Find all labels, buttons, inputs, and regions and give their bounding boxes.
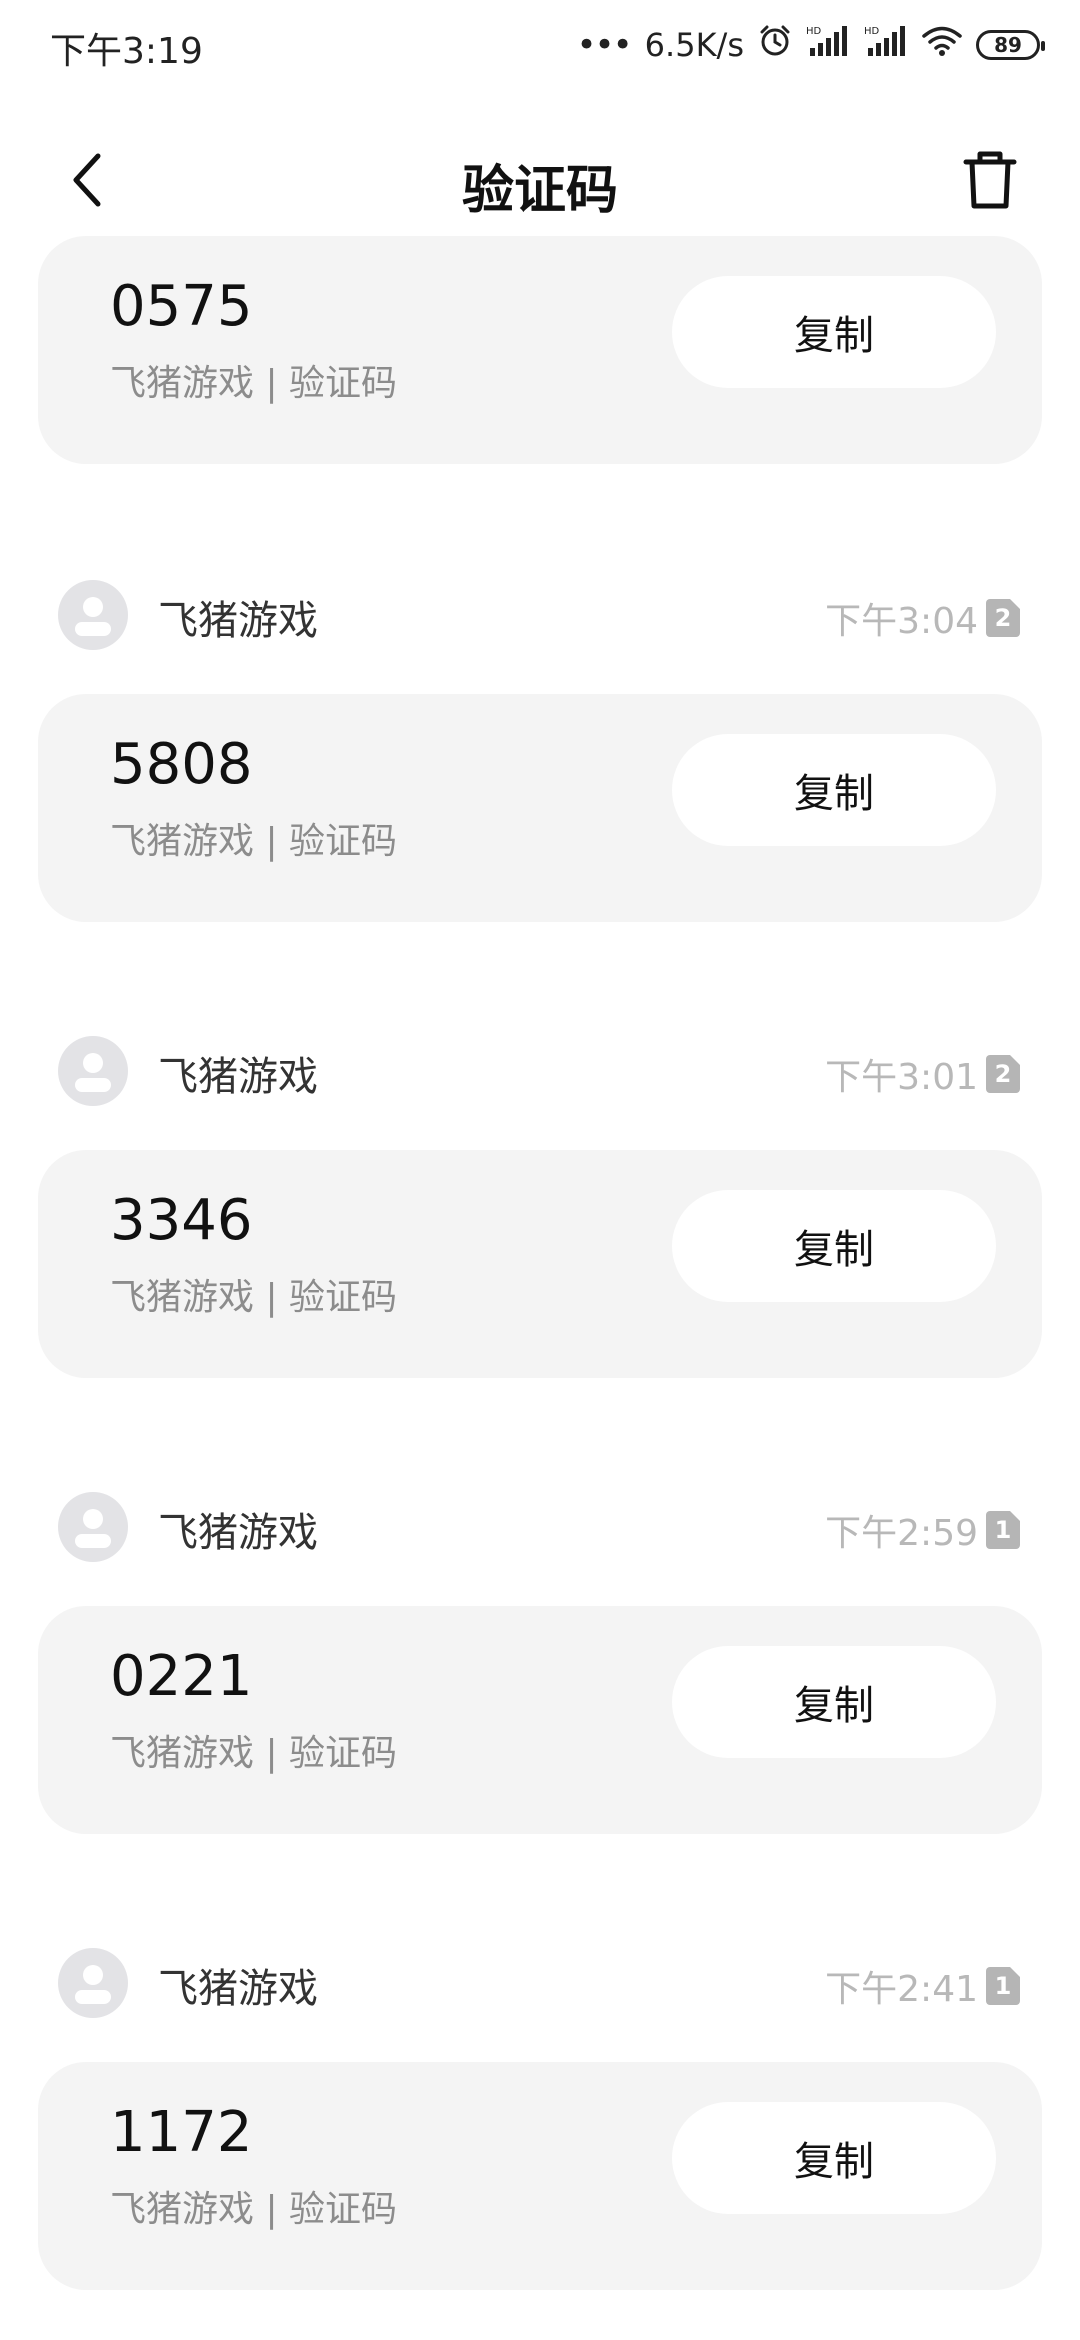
sender-name: 飞猪游戏 — [158, 1054, 318, 1100]
time-text: 下午3:01 — [825, 1057, 978, 1098]
verification-code: 0221 — [110, 1644, 253, 1709]
copy-button[interactable]: 复制 — [672, 1190, 996, 1302]
copy-button[interactable]: 复制 — [672, 1646, 996, 1758]
message-header: 飞猪游戏 下午3:01 2 — [0, 1036, 1080, 1126]
sim-card-icon: 1 — [986, 1511, 1020, 1549]
status-icons: ••• 6.5K/s HD HD 89 — [576, 20, 1045, 70]
page-title: 验证码 — [461, 161, 618, 221]
svg-text:HD: HD — [806, 26, 822, 37]
more-dots-icon: ••• — [576, 25, 633, 65]
top-app-bar: 验证码 — [0, 120, 1080, 240]
avatar — [58, 580, 128, 650]
message-header: 飞猪游戏 下午2:59 1 — [0, 1492, 1080, 1582]
signal-icon: HD — [806, 24, 850, 66]
time-text: 下午3:04 — [825, 601, 978, 642]
avatar — [58, 1948, 128, 2018]
sim-card-icon: 1 — [986, 1967, 1020, 2005]
code-source: 飞猪游戏 | 验证码 — [110, 363, 398, 404]
time-text: 下午2:41 — [825, 1969, 978, 2010]
status-bar: 下午3:19 ••• 6.5K/s HD HD 89 — [0, 0, 1080, 90]
copy-button[interactable]: 复制 — [672, 734, 996, 846]
wifi-icon — [922, 25, 962, 65]
message-time: 下午3:01 2 — [825, 1048, 1020, 1100]
code-source: 飞猪游戏 | 验证码 — [110, 1277, 398, 1318]
code-card: 5808 飞猪游戏 | 验证码 复制 — [38, 694, 1042, 922]
code-card: 1172 飞猪游戏 | 验证码 复制 — [38, 2062, 1042, 2290]
message-header: 飞猪游戏 下午2:41 1 — [0, 1948, 1080, 2038]
code-card: 3346 飞猪游戏 | 验证码 复制 — [38, 1150, 1042, 1378]
time-text: 下午2:59 — [825, 1513, 978, 1554]
sender-name: 飞猪游戏 — [158, 1510, 318, 1556]
delete-button[interactable] — [954, 144, 1026, 216]
network-speed: 6.5K/s — [644, 26, 744, 64]
code-source: 飞猪游戏 | 验证码 — [110, 2189, 398, 2230]
avatar — [58, 1492, 128, 1562]
sim-card-icon: 2 — [986, 1055, 1020, 1093]
sender-name: 飞猪游戏 — [158, 1966, 318, 2012]
code-source: 飞猪游戏 | 验证码 — [110, 821, 398, 862]
message-time: 下午2:41 1 — [825, 1960, 1020, 2012]
avatar — [58, 1036, 128, 1106]
code-card: 0221 飞猪游戏 | 验证码 复制 — [38, 1606, 1042, 1834]
message-header: 飞猪游戏 下午3:04 2 — [0, 580, 1080, 670]
trash-icon — [963, 151, 1017, 209]
person-icon — [75, 1965, 111, 2004]
signal-icon: HD — [864, 24, 908, 66]
verification-code: 5808 — [110, 732, 253, 797]
status-time: 下午3:19 — [50, 31, 203, 72]
person-icon — [75, 1509, 111, 1548]
svg-text:HD: HD — [864, 26, 880, 37]
battery-icon: 89 — [976, 30, 1045, 60]
verification-code: 1172 — [110, 2100, 253, 2165]
message-time: 下午3:04 2 — [825, 592, 1020, 644]
copy-button[interactable]: 复制 — [672, 2102, 996, 2214]
message-time: 下午2:59 1 — [825, 1504, 1020, 1556]
verification-code: 3346 — [110, 1188, 253, 1253]
person-icon — [75, 1053, 111, 1092]
code-card: 0575 飞猪游戏 | 验证码 复制 — [38, 236, 1042, 464]
person-icon — [75, 597, 111, 636]
alarm-icon — [758, 24, 792, 66]
copy-button[interactable]: 复制 — [672, 276, 996, 388]
verification-code: 0575 — [110, 274, 253, 339]
code-source: 飞猪游戏 | 验证码 — [110, 1733, 398, 1774]
sim-card-icon: 2 — [986, 599, 1020, 637]
sender-name: 飞猪游戏 — [158, 598, 318, 644]
